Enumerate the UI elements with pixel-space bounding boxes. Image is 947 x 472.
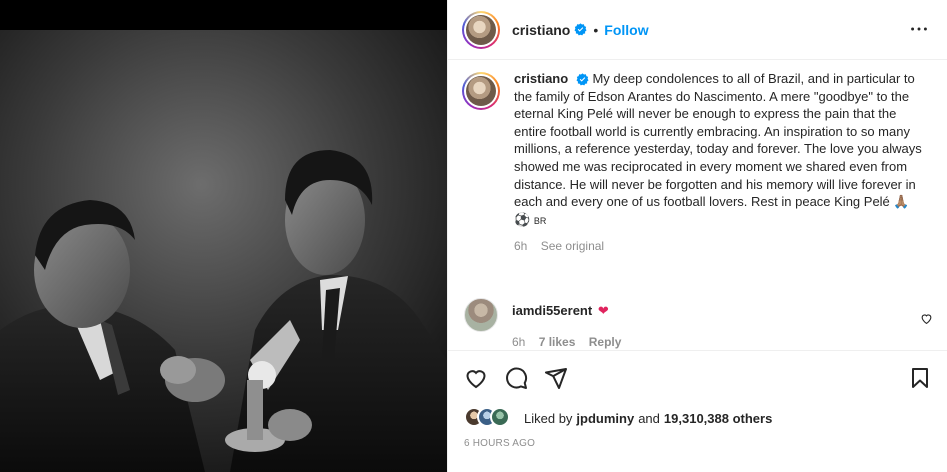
share-icon[interactable] xyxy=(544,366,568,390)
comment-meta: 6h 7 likes Reply xyxy=(512,335,631,349)
verified-badge-icon xyxy=(574,23,587,36)
liked-by: Liked by jpduminy and 19,310,388 others xyxy=(464,404,776,432)
follow-button[interactable]: Follow xyxy=(604,22,648,38)
header-separator: • xyxy=(593,21,599,38)
caption-username[interactable]: cristiano xyxy=(514,71,568,86)
comment: iamdi55erent ❤ 6h 7 likes Reply xyxy=(462,298,942,349)
more-options-icon[interactable] xyxy=(908,18,930,40)
liker-avatars xyxy=(464,407,524,429)
comment-heart-icon[interactable] xyxy=(920,312,933,325)
comment-text: ❤ xyxy=(597,303,609,318)
caption-flag: BR xyxy=(533,215,547,226)
liked-by-others[interactable]: 19,310,388 others xyxy=(664,411,772,426)
liked-by-prefix: Liked by xyxy=(524,410,573,426)
author-username[interactable]: cristiano xyxy=(512,22,570,38)
author-avatar[interactable] xyxy=(462,10,500,49)
liked-by-user[interactable]: jpduminy xyxy=(576,411,634,426)
liked-by-and: and xyxy=(638,410,660,426)
caption-text: My deep condolences to all of Brazil, an… xyxy=(514,71,922,210)
action-bar xyxy=(448,350,947,404)
heart-icon[interactable] xyxy=(464,366,488,390)
caption-meta: 6h See original xyxy=(514,238,924,256)
post-header: cristiano • Follow xyxy=(448,0,947,60)
comment-body: iamdi55erent ❤ 6h 7 likes Reply xyxy=(512,298,631,349)
comment-age: 6h xyxy=(512,335,526,349)
post-timestamp: 6 HOURS AGO xyxy=(464,438,536,449)
verified-badge-icon xyxy=(576,73,589,86)
commenter-avatar[interactable] xyxy=(464,298,498,332)
bookmark-icon[interactable] xyxy=(908,366,932,390)
post-photo-pane xyxy=(0,0,447,472)
comment-icon[interactable] xyxy=(504,366,528,390)
caption-body: cristiano My deep condolences to all of … xyxy=(514,70,924,256)
commenter-username[interactable]: iamdi55erent xyxy=(512,303,592,318)
caption-avatar[interactable] xyxy=(462,72,500,110)
caption-age: 6h xyxy=(514,239,528,254)
comment-likes[interactable]: 7 likes xyxy=(539,335,576,349)
post-panel: cristiano • Follow cristiano My deep con… xyxy=(447,0,947,472)
reply-button[interactable]: Reply xyxy=(589,335,622,349)
caption: cristiano My deep condolences to all of … xyxy=(462,70,942,256)
post-photo xyxy=(0,30,447,472)
see-original-link[interactable]: See original xyxy=(541,239,604,253)
